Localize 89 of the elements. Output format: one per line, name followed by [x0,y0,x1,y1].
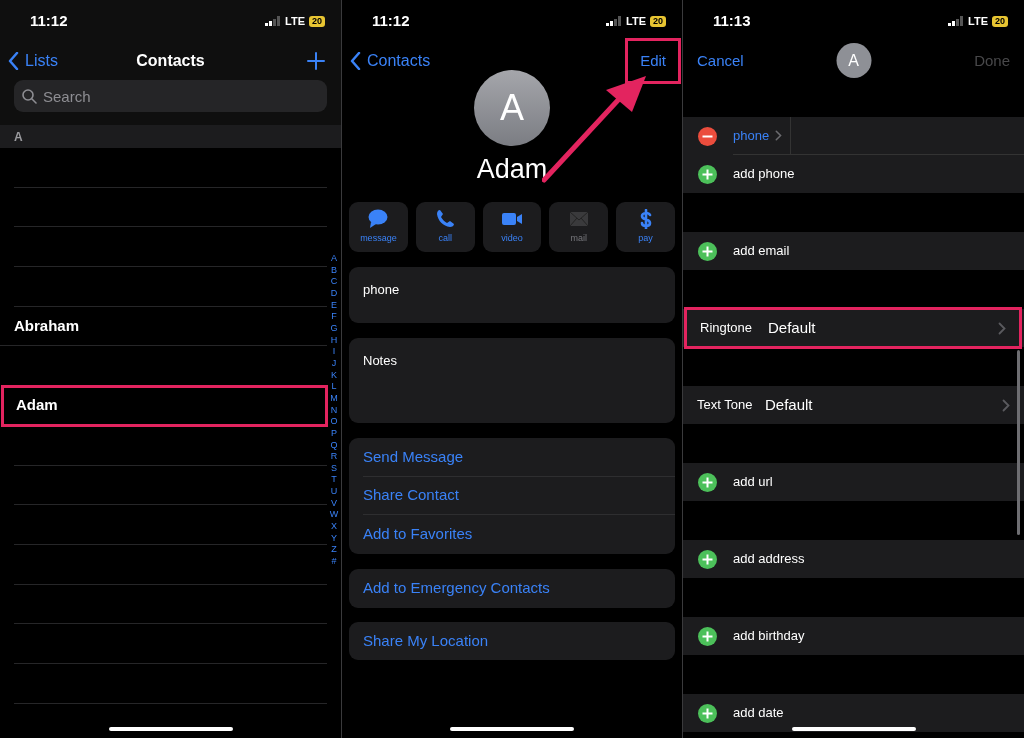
avatar-initial: A [500,86,524,130]
back-link[interactable]: Lists [8,49,58,73]
battery-level: 20 [309,15,325,27]
index-letter[interactable]: U [330,486,338,498]
message-icon [368,208,389,229]
setting-label: Ringtone [700,319,754,338]
index-letter[interactable]: L [331,381,337,393]
edit-link[interactable]: Edit [628,40,678,82]
network-label: LTE [285,13,305,29]
setting-label: Text Tone [697,396,754,415]
add-field-label[interactable]: add date [733,703,784,723]
setting-value: Default [768,317,817,338]
signal-icon [948,16,964,26]
battery-level: 20 [992,15,1008,27]
add-field-label[interactable]: add phone [733,164,795,184]
chevron-icon [1002,398,1010,412]
status-time: 11:13 [713,10,751,31]
back-link[interactable]: Contacts [350,49,431,73]
cancel-link[interactable]: Cancel [697,49,744,73]
status-time: 11:12 [30,10,68,31]
action-button[interactable]: message [349,202,408,252]
field-label: Notes [363,353,397,368]
index-letter[interactable]: Z [331,544,337,557]
index-letter[interactable]: V [331,497,337,510]
setting-value: Default [765,394,814,415]
action-link[interactable]: Add to Favorites [363,523,473,546]
add-icon[interactable] [698,164,717,184]
chevron-icon [998,321,1006,335]
index-letter[interactable]: P [331,427,337,440]
action-link[interactable]: Share Contact [363,484,459,507]
field-label: phone [363,282,400,297]
index-letter[interactable]: N [330,404,338,417]
add-icon[interactable] [698,241,717,261]
index-letter[interactable]: G [330,322,338,335]
add-icon[interactable] [698,472,717,492]
remove-icon[interactable] [698,126,717,146]
signal-icon [606,16,622,26]
action-button[interactable]: video [482,202,542,252]
add-field-label[interactable]: add url [733,472,773,492]
index-letter[interactable]: R [330,451,338,463]
action-link[interactable]: Send Message [363,445,464,469]
call-icon [435,208,456,229]
status-time: 11:12 [372,10,410,31]
index-letter[interactable]: J [331,357,337,370]
label-link[interactable]: phone [733,125,770,146]
avatar-initial: A [848,50,859,71]
add-field-label[interactable]: add email [733,241,790,261]
index-letter[interactable]: S [331,462,337,475]
action-button[interactable]: call [415,202,475,252]
network-label: LTE [968,13,988,29]
index-letter[interactable]: D [330,287,338,300]
battery-level: 20 [650,15,666,27]
contact-row[interactable]: Adam [2,386,327,426]
index-letter[interactable]: O [330,416,338,428]
action-link[interactable]: Add to Emergency Contacts [363,577,550,600]
add-field-label[interactable]: add birthday [733,626,805,646]
search-field[interactable]: Search [14,80,327,112]
index-letter[interactable]: H [330,334,338,347]
setting-row[interactable]: Ringtone Default [686,309,1020,347]
contact-row[interactable]: Abraham [0,306,327,347]
index-letter[interactable]: B [331,264,337,277]
chevron-icon [775,129,782,142]
add-field-label[interactable]: add address [733,549,805,569]
index-letter[interactable]: A [331,253,337,265]
index-letter[interactable]: F [331,311,337,323]
add-icon[interactable] [698,626,717,646]
index-letter[interactable]: Q [330,439,338,452]
index-letter[interactable]: C [330,276,338,288]
index-letter[interactable]: X [331,521,337,533]
index-letter[interactable]: E [331,299,337,312]
index-letter[interactable]: K [331,369,337,382]
section-letter: A [14,128,23,146]
index-letter[interactable]: T [331,474,337,487]
back-chevron-icon [350,52,361,70]
index-letter[interactable]: I [332,346,336,358]
nav-title: Contacts [136,51,205,71]
add-icon[interactable] [698,703,717,723]
contact-name: Adam [475,153,549,186]
search-icon [22,89,37,104]
index-letter[interactable]: M [330,392,338,405]
index-letter[interactable]: Y [331,532,337,545]
add-icon[interactable] [698,549,717,569]
action-link[interactable]: Share My Location [363,629,489,653]
index-letter[interactable]: W [329,509,339,522]
network-label: LTE [626,13,646,29]
signal-icon [265,16,281,26]
back-chevron-icon [8,52,19,70]
action-button[interactable]: pay [616,202,675,252]
index-letter[interactable]: # [331,556,337,568]
